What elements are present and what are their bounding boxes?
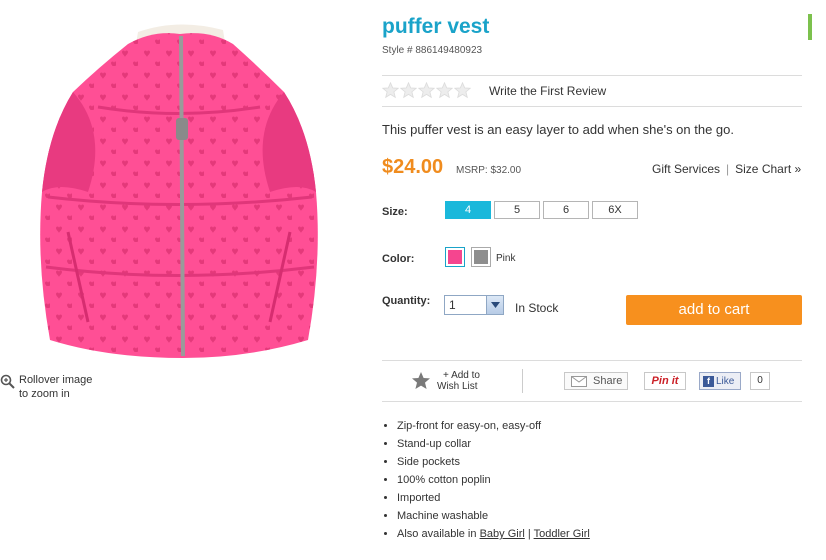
price: $24.00 — [382, 156, 444, 178]
share-button[interactable]: Share — [564, 372, 628, 390]
also-available-text: Also available in — [397, 528, 480, 540]
facebook-like-button[interactable]: f Like — [699, 372, 741, 390]
divider — [522, 369, 523, 393]
zoom-icon — [0, 374, 15, 389]
facebook-icon: f — [703, 375, 714, 387]
color-label: Color: — [382, 253, 415, 265]
color-name: Pink — [496, 253, 516, 264]
list-item: Zip-front for easy-on, easy-off — [397, 417, 590, 435]
list-item: Side pockets — [397, 453, 590, 471]
list-item: 100% cotton poplin — [397, 471, 590, 489]
product-image[interactable] — [28, 22, 328, 360]
side-tab[interactable] — [808, 14, 812, 40]
zoom-hint: Rollover image to zoom in — [19, 373, 92, 401]
rating-stars[interactable] — [382, 82, 471, 99]
list-item: Also available in Baby Girl | Toddler Gi… — [397, 525, 590, 543]
share-label: Share — [593, 375, 623, 387]
list-item: Stand-up collar — [397, 435, 590, 453]
quantity-select[interactable]: 1 — [444, 295, 504, 315]
size-chart-link[interactable]: Size Chart » — [735, 162, 801, 176]
link-separator: | — [726, 162, 730, 176]
like-label: Like — [716, 375, 735, 387]
size-option-4[interactable]: 4 — [445, 201, 491, 219]
star-icon[interactable] — [411, 371, 431, 391]
quantity-value: 1 — [449, 298, 456, 312]
add-to-cart-button[interactable]: add to cart — [626, 295, 802, 325]
pin-it-button[interactable]: Pin it — [644, 372, 686, 390]
info-links: Gift Services | Size Chart » — [652, 162, 801, 176]
divider — [382, 360, 802, 361]
mail-icon — [571, 375, 587, 387]
zoom-hint-line1: Rollover image — [19, 374, 93, 386]
msrp: MSRP: $32.00 — [456, 165, 522, 176]
size-label: Size: — [382, 206, 408, 218]
link-separator: | — [524, 528, 534, 540]
wish-line2: Wish List — [437, 381, 478, 392]
zoom-hint-line2: to zoom in — [19, 388, 70, 400]
feature-list: Zip-front for easy-on, easy-off Stand-up… — [382, 417, 590, 543]
add-to-wish-list[interactable]: + Add to Wish List — [437, 370, 480, 392]
like-count: 0 — [750, 372, 770, 390]
write-review-link[interactable]: Write the First Review — [489, 84, 606, 98]
size-options: 4 5 6 6X — [445, 201, 638, 219]
quantity-label: Quantity: — [382, 295, 431, 307]
color-swatch-grey[interactable] — [471, 247, 491, 267]
list-item: Machine washable — [397, 507, 590, 525]
star-icon — [454, 82, 471, 99]
divider — [382, 106, 802, 107]
star-icon — [436, 82, 453, 99]
list-item: Imported — [397, 489, 590, 507]
divider — [382, 75, 802, 76]
product-title: puffer vest — [382, 15, 490, 38]
product-description: This puffer vest is an easy layer to add… — [382, 122, 735, 137]
style-number: Style # 886149480923 — [382, 45, 483, 56]
size-option-6[interactable]: 6 — [543, 201, 589, 219]
star-icon — [400, 82, 417, 99]
color-swatch-pink[interactable] — [445, 247, 465, 267]
star-icon — [382, 82, 399, 99]
size-option-5[interactable]: 5 — [494, 201, 540, 219]
gift-services-link[interactable]: Gift Services — [652, 162, 720, 176]
divider — [382, 401, 802, 402]
baby-girl-link[interactable]: Baby Girl — [480, 528, 525, 540]
chevron-down-icon[interactable] — [486, 296, 503, 314]
size-option-6x[interactable]: 6X — [592, 201, 638, 219]
toddler-girl-link[interactable]: Toddler Girl — [534, 528, 590, 540]
wish-line1: + Add to — [443, 370, 480, 381]
stock-status: In Stock — [515, 301, 559, 315]
star-icon — [418, 82, 435, 99]
